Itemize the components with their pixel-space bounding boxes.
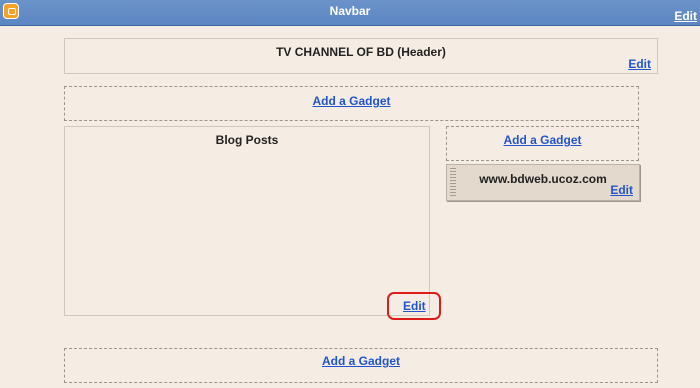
navbar-title: Navbar bbox=[329, 4, 371, 18]
blog-posts-edit-highlight: Edit bbox=[387, 292, 441, 320]
header-edit-link[interactable]: Edit bbox=[628, 57, 651, 71]
link-widget[interactable]: www.bdweb.ucoz.com Edit bbox=[446, 164, 640, 201]
add-gadget-link-sidebar[interactable]: Add a Gadget bbox=[503, 133, 581, 147]
blog-posts-edit-link[interactable]: Edit bbox=[403, 299, 426, 313]
navbar-edit-link[interactable]: Edit bbox=[674, 9, 697, 23]
add-gadget-area-sidebar: Add a Gadget bbox=[446, 126, 639, 161]
navbar: Navbar Edit bbox=[0, 0, 700, 26]
add-gadget-area-top: Add a Gadget bbox=[64, 86, 639, 121]
header-widget: TV CHANNEL OF BD (Header) Edit bbox=[64, 38, 658, 74]
blog-posts-widget: Blog Posts bbox=[64, 126, 430, 316]
link-widget-edit-link[interactable]: Edit bbox=[610, 183, 633, 197]
add-gadget-link-top[interactable]: Add a Gadget bbox=[312, 94, 390, 108]
add-gadget-link-bottom[interactable]: Add a Gadget bbox=[322, 354, 400, 368]
blog-posts-title: Blog Posts bbox=[215, 133, 279, 147]
add-gadget-area-bottom: Add a Gadget bbox=[64, 348, 658, 383]
header-widget-title: TV CHANNEL OF BD (Header) bbox=[276, 45, 446, 59]
